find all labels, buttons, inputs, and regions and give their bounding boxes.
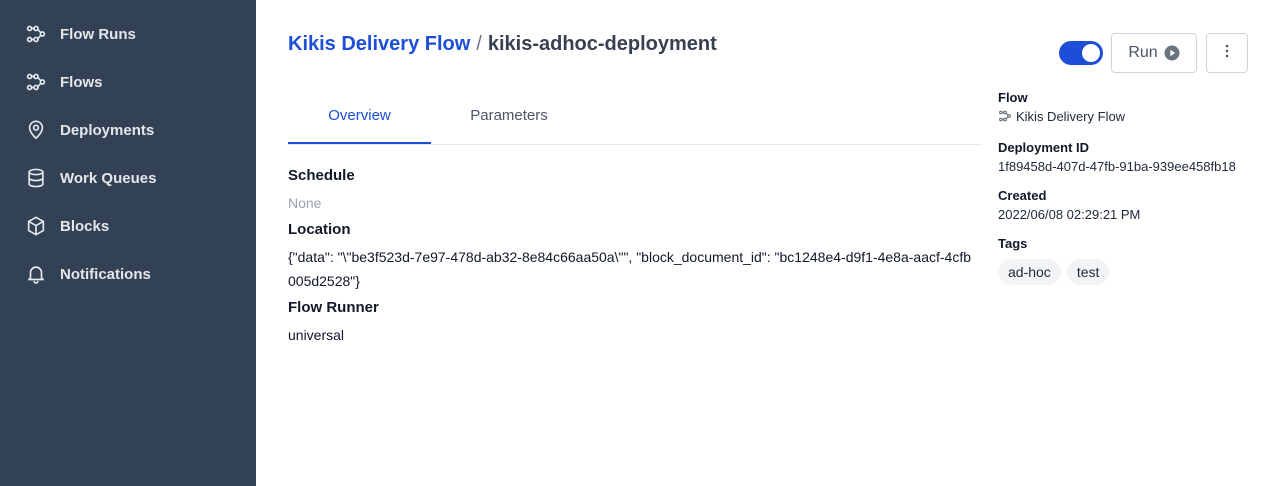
tags-label: Tags	[998, 236, 1028, 251]
cube-icon	[24, 214, 48, 238]
page-title: kikis-adhoc-deployment	[487, 33, 717, 55]
database-icon	[24, 166, 48, 190]
flow-name: Kikis Delivery Flow	[1016, 109, 1126, 124]
location-pin-icon	[24, 118, 48, 142]
toggle-knob	[1082, 44, 1100, 62]
tag-list: ad-hoc test	[998, 259, 1268, 285]
sidebar-item-label: Flows	[60, 73, 103, 91]
sidebar-item-work-queues[interactable]: Work Queues	[24, 162, 234, 194]
sidebar-item-label: Blocks	[60, 217, 110, 235]
schedule-value: None	[288, 195, 322, 211]
deployment-id-label: Deployment ID	[998, 140, 1090, 155]
breadcrumb-flow-link[interactable]: Kikis Delivery Flow	[288, 33, 470, 55]
play-icon	[1164, 45, 1180, 61]
tag-badge: ad-hoc	[998, 259, 1061, 285]
tab-bar: Overview Parameters	[288, 88, 982, 145]
run-button-label: Run	[1128, 44, 1158, 61]
sidebar-item-flow-runs[interactable]: Flow Runs	[24, 18, 234, 50]
kebab-menu-icon	[1225, 43, 1229, 64]
breadcrumb: Kikis Delivery Flow / kikis-adhoc-deployme…	[288, 33, 717, 56]
schedule-title: Schedule	[288, 167, 355, 184]
overview-panel: Schedule None Location {"data": "\"be3f5…	[288, 165, 978, 351]
sidebar-item-notifications[interactable]: Notifications	[24, 258, 234, 290]
sidebar-item-label: Deployments	[60, 121, 155, 139]
tab-parameters[interactable]: Parameters	[431, 88, 587, 143]
sidebar: Flow Runs Flows Deployments Work Queues …	[0, 0, 256, 486]
more-options-button[interactable]	[1206, 33, 1248, 73]
bell-icon	[24, 262, 48, 286]
run-button[interactable]: Run	[1111, 33, 1197, 73]
deployment-id-value: 1f89458d-407d-47fb-91ba-939ee458fb18	[998, 159, 1236, 174]
location-title: Location	[288, 221, 351, 238]
sidebar-item-blocks[interactable]: Blocks	[24, 210, 234, 242]
tab-overview[interactable]: Overview	[288, 88, 431, 144]
details-panel: Flow Kikis Delivery Flow Deployment ID 1…	[998, 89, 1268, 285]
flow-icon	[998, 109, 1012, 129]
tag-badge: test	[1066, 259, 1110, 285]
flow-value[interactable]: Kikis Delivery Flow	[998, 107, 1268, 129]
app: Flow Runs Flows Deployments Work Queues …	[0, 0, 1280, 486]
flow-runner-title: Flow Runner	[288, 299, 379, 316]
sidebar-item-label: Notifications	[60, 265, 151, 283]
location-value: {"data": "\"be3f523d-7e97-478d-ab32-8e84…	[288, 249, 971, 289]
flow-runs-icon	[24, 22, 48, 46]
sidebar-item-deployments[interactable]: Deployments	[24, 114, 234, 146]
sidebar-item-label: Work Queues	[60, 169, 157, 187]
schedule-toggle[interactable]	[1059, 41, 1103, 65]
flow-label: Flow	[998, 90, 1028, 105]
created-value: 2022/06/08 02:29:21 PM	[998, 207, 1141, 222]
breadcrumb-separator: /	[476, 33, 482, 55]
sidebar-item-label: Flow Runs	[60, 25, 136, 43]
sidebar-item-flows[interactable]: Flows	[24, 66, 234, 98]
created-label: Created	[998, 188, 1047, 203]
flows-icon	[24, 70, 48, 94]
flow-runner-value: universal	[288, 327, 345, 343]
